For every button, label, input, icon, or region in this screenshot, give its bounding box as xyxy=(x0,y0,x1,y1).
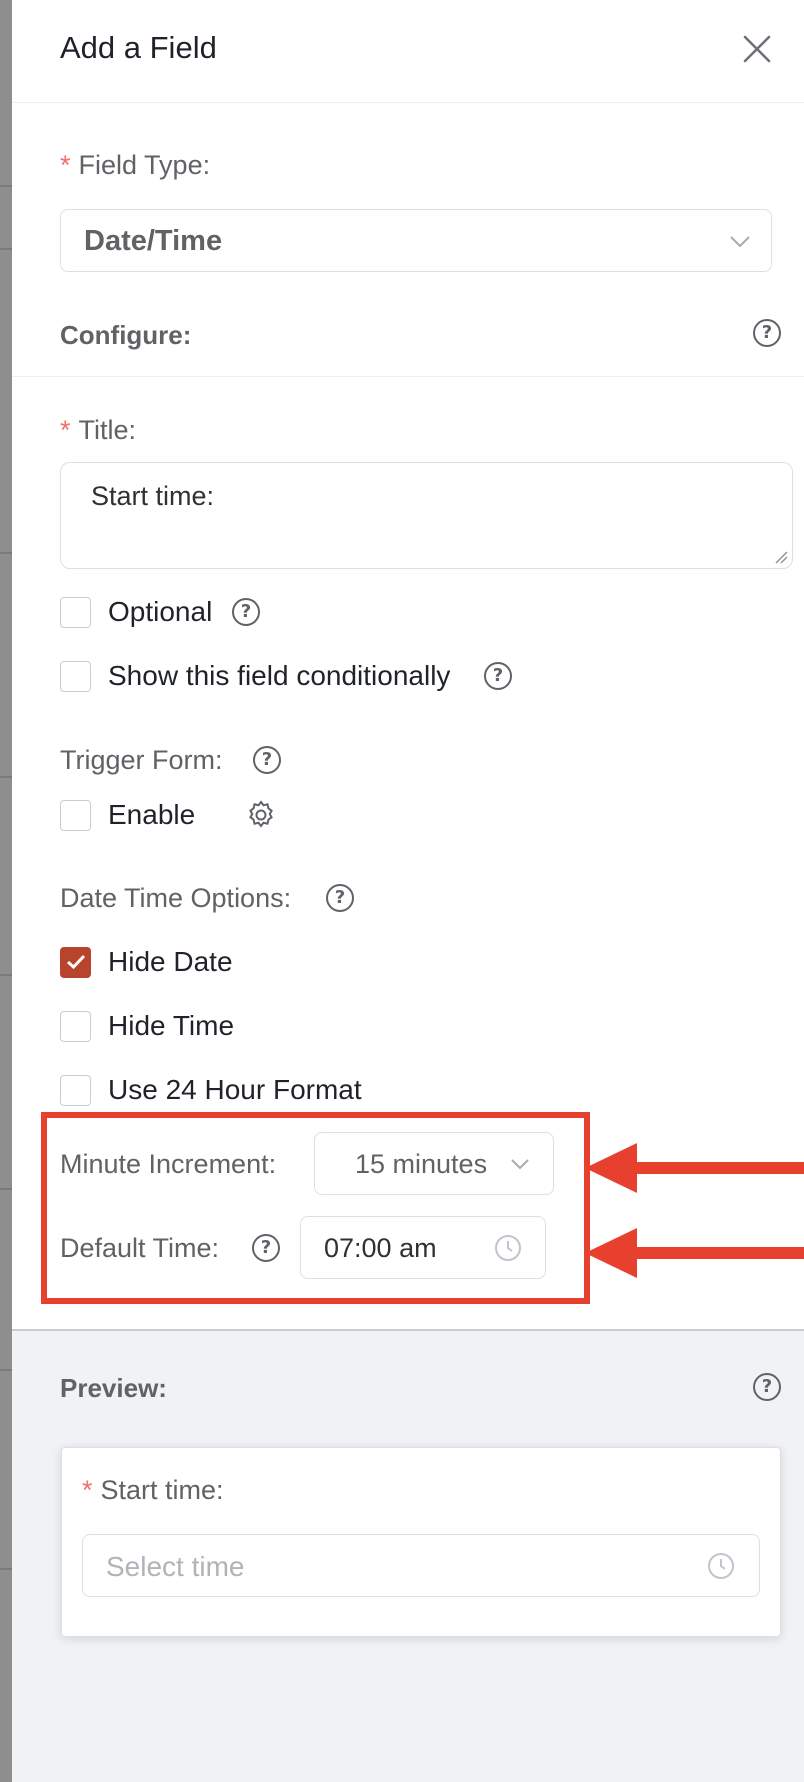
minute-increment-value: 15 minutes xyxy=(355,1149,488,1179)
arrow-left-icon xyxy=(585,1143,804,1193)
hide-date-row[interactable]: Hide Date xyxy=(60,945,233,979)
gear-icon[interactable] xyxy=(245,799,277,831)
clock-icon xyxy=(495,1235,521,1261)
hide-time-label: Hide Time xyxy=(108,1010,235,1041)
trigger-enable-row[interactable]: Enable xyxy=(60,798,195,832)
help-icon[interactable]: ? xyxy=(753,1373,781,1401)
help-icon[interactable]: ? xyxy=(326,884,354,912)
conditional-checkbox-row[interactable]: Show this field conditionally xyxy=(60,659,450,693)
use-24-hour-row[interactable]: Use 24 Hour Format xyxy=(60,1073,362,1107)
date-time-options-label: Date Time Options: xyxy=(60,883,292,913)
preview-time-input[interactable]: Select time xyxy=(82,1534,760,1597)
required-mark: * xyxy=(60,150,71,180)
hide-date-label: Hide Date xyxy=(108,946,233,977)
optional-checkbox[interactable] xyxy=(60,596,91,628)
configure-heading: Configure: xyxy=(60,320,192,350)
required-mark: * xyxy=(60,415,71,445)
title-label-text: Title: xyxy=(78,415,137,445)
trigger-enable-checkbox[interactable] xyxy=(60,799,91,831)
chevron-down-icon xyxy=(511,1159,529,1170)
chevron-down-icon xyxy=(730,236,750,248)
check-icon xyxy=(66,954,85,970)
preview-field-label-text: Start time: xyxy=(100,1475,224,1505)
preview-card: * Start time: Select time xyxy=(61,1447,781,1637)
hide-time-row[interactable]: Hide Time xyxy=(60,1009,234,1043)
hide-date-checkbox[interactable] xyxy=(60,946,91,978)
preview-field-label: * Start time: xyxy=(82,1475,224,1506)
conditional-checkbox[interactable] xyxy=(60,660,91,692)
use-24-hour-label: Use 24 Hour Format xyxy=(108,1074,362,1105)
field-type-value: Date/Time xyxy=(84,225,223,257)
close-icon xyxy=(743,35,771,63)
trigger-enable-label: Enable xyxy=(108,799,196,830)
optional-label: Optional xyxy=(108,596,213,627)
background-overlay xyxy=(0,0,12,1782)
close-button[interactable] xyxy=(740,32,774,66)
preview-section: Preview: ? * Start time: Select time xyxy=(12,1329,804,1782)
hide-time-checkbox[interactable] xyxy=(60,1010,91,1042)
conditional-label: Show this field conditionally xyxy=(108,660,451,691)
use-24-hour-checkbox[interactable] xyxy=(60,1074,91,1106)
drawer-title: Add a Field xyxy=(60,30,217,65)
resize-grip-icon[interactable] xyxy=(774,550,788,564)
drawer-header: Add a Field xyxy=(12,0,804,103)
trigger-form-label: Trigger Form: xyxy=(60,745,223,775)
help-icon[interactable]: ? xyxy=(753,319,781,347)
preview-heading: Preview: xyxy=(60,1373,167,1403)
title-textarea[interactable]: Start time: xyxy=(60,462,793,569)
preview-time-placeholder: Select time xyxy=(106,1551,245,1582)
divider xyxy=(12,376,804,377)
help-icon[interactable]: ? xyxy=(484,662,512,690)
clock-icon xyxy=(708,1553,734,1579)
minute-increment-label: Minute Increment: xyxy=(60,1149,277,1179)
field-type-label: * Field Type: xyxy=(60,150,210,181)
optional-checkbox-row[interactable]: Optional xyxy=(60,595,212,629)
required-mark: * xyxy=(82,1475,93,1505)
title-value: Start time: xyxy=(91,481,215,511)
default-time-value: 07:00 am xyxy=(324,1233,437,1263)
arrow-left-icon xyxy=(585,1228,804,1278)
help-icon[interactable]: ? xyxy=(232,598,260,626)
default-time-input[interactable]: 07:00 am xyxy=(300,1216,546,1279)
default-time-label: Default Time: xyxy=(60,1233,220,1263)
minute-increment-select[interactable]: 15 minutes xyxy=(314,1132,554,1195)
help-icon[interactable]: ? xyxy=(252,1234,280,1262)
field-type-select[interactable]: Date/Time xyxy=(60,209,772,272)
add-field-drawer: Add a Field * Field Type: Date/Time Confi… xyxy=(12,0,804,1782)
title-label: * Title: xyxy=(60,415,136,446)
help-icon[interactable]: ? xyxy=(253,746,281,774)
field-type-label-text: Field Type: xyxy=(78,150,211,180)
